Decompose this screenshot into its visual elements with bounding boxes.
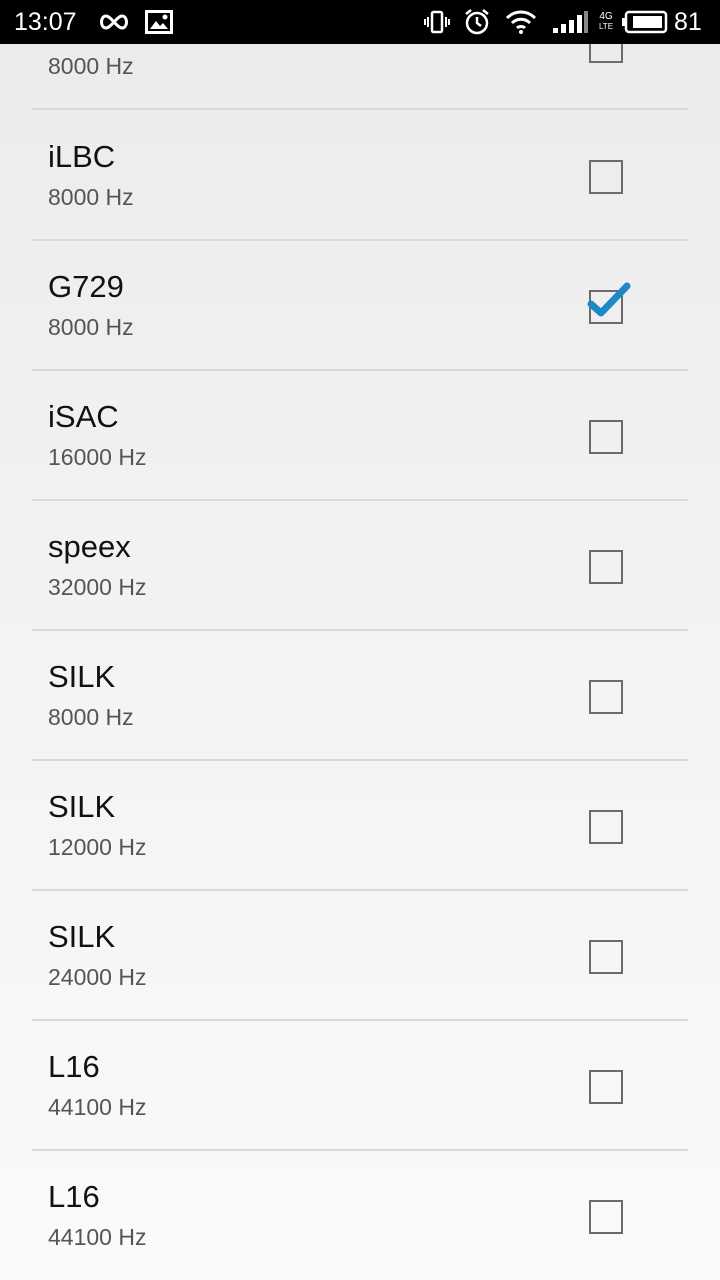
infinity-icon (96, 0, 132, 44)
codec-checkbox[interactable] (589, 1070, 623, 1104)
codec-name: iLBC (48, 139, 116, 174)
codec-row[interactable]: L16 44100 Hz (0, 1021, 720, 1151)
status-time: 13:07 (14, 8, 77, 36)
status-bar: 13:07 4G LTE 81 (0, 0, 720, 44)
network-type-icon: 4G LTE (594, 0, 618, 44)
alarm-icon (462, 0, 492, 44)
codec-rate: 8000 Hz (48, 184, 134, 210)
codec-row[interactable]: iLBC 8000 Hz (0, 111, 720, 241)
codec-row[interactable]: speex 32000 Hz (0, 501, 720, 631)
codec-row[interactable]: SILK 8000 Hz (0, 631, 720, 761)
codec-checkbox[interactable] (589, 940, 623, 974)
codec-rate: 44100 Hz (48, 1094, 147, 1120)
codec-row[interactable]: L16 44100 Hz (0, 1151, 720, 1280)
codec-rate: 32000 Hz (48, 574, 147, 600)
codec-checkbox[interactable] (589, 680, 623, 714)
codec-checkbox[interactable] (589, 160, 623, 194)
codec-rate: 24000 Hz (48, 964, 147, 990)
signal-icon (550, 0, 590, 44)
codec-rate: 16000 Hz (48, 444, 147, 470)
codec-name: speex (48, 529, 131, 564)
checkmark-icon (587, 282, 631, 317)
codec-row[interactable]: G729 8000 Hz (0, 241, 720, 371)
codec-checkbox[interactable] (589, 810, 623, 844)
battery-level: 81 (674, 8, 702, 36)
lte-label: LTE (598, 22, 614, 31)
wifi-icon (504, 0, 538, 44)
image-icon (144, 0, 174, 44)
codec-checkbox[interactable] (589, 1200, 623, 1234)
codec-name: SILK (48, 919, 116, 954)
battery-icon (622, 0, 668, 44)
codec-rate: 8000 Hz (48, 704, 134, 730)
vibrate-icon (424, 0, 450, 44)
network-type-label: 4G (599, 11, 613, 22)
codec-rate: 12000 Hz (48, 834, 147, 860)
codec-checkbox[interactable] (589, 550, 623, 584)
codec-row[interactable]: SILK 24000 Hz (0, 891, 720, 1021)
codec-row[interactable]: iSAC 16000 Hz (0, 371, 720, 501)
codec-rate: 44100 Hz (48, 1224, 147, 1250)
codec-checkbox[interactable] (589, 420, 623, 454)
codec-name: SILK (48, 659, 116, 694)
codec-name: L16 (48, 1049, 100, 1084)
codec-rate: 8000 Hz (48, 53, 134, 79)
codec-name: G729 (48, 269, 124, 304)
codec-row[interactable]: SILK 12000 Hz (0, 761, 720, 891)
codec-name: SILK (48, 789, 116, 824)
codec-rate: 8000 Hz (48, 314, 134, 340)
codec-name: iSAC (48, 399, 119, 434)
divider (32, 108, 688, 110)
codec-name: L16 (48, 1179, 100, 1214)
codec-checkbox-checked[interactable] (587, 282, 631, 324)
